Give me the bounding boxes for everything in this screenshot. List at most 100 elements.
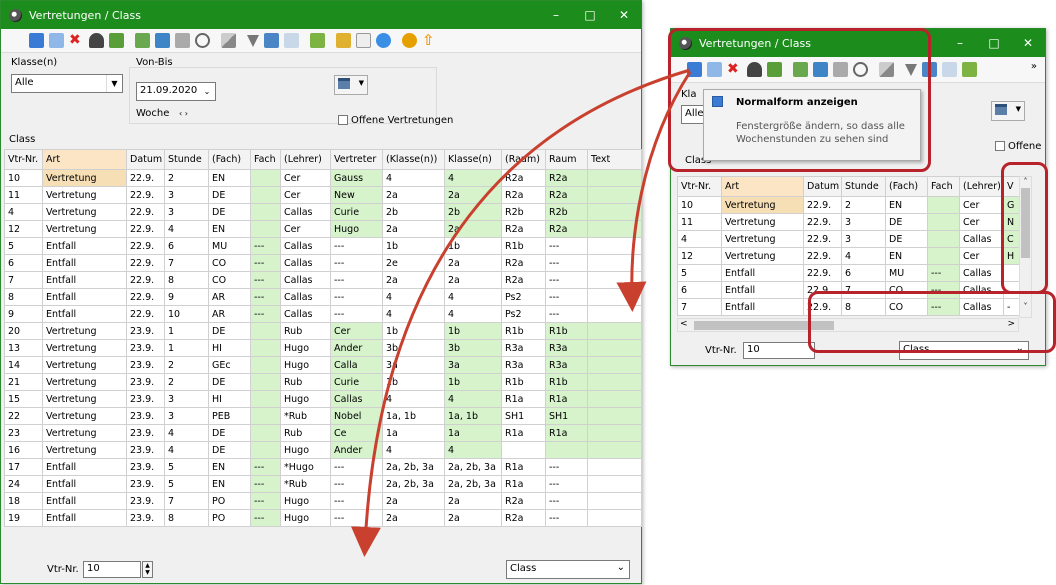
table-cell[interactable]: 2: [841, 196, 886, 214]
table-cell[interactable]: 23.9.: [126, 390, 165, 408]
table-cell[interactable]: Callas: [280, 254, 331, 272]
table-cell[interactable]: [587, 220, 642, 238]
table-cell[interactable]: [501, 441, 546, 459]
table-cell[interactable]: EN: [208, 458, 251, 476]
table-cell[interactable]: 2: [164, 373, 209, 391]
table-cell[interactable]: EN: [208, 475, 251, 493]
table-row[interactable]: 12 Vertretung 22.9. 4 EN Cer H: [677, 247, 1020, 265]
table-cell[interactable]: ---: [250, 288, 281, 306]
table-cell[interactable]: 22.9.: [803, 230, 842, 248]
table-cell[interactable]: 2a: [444, 271, 502, 289]
table-cell[interactable]: 2a: [382, 220, 445, 238]
table-cell[interactable]: 2e: [382, 254, 445, 272]
table-cell[interactable]: 1a: [382, 424, 445, 442]
up-arrow-icon[interactable]: ⇧: [422, 33, 437, 48]
table-cell[interactable]: R1a: [501, 458, 546, 476]
column-header[interactable]: Vertreter: [330, 149, 383, 170]
table-cell[interactable]: PO: [208, 492, 251, 510]
table-cell[interactable]: [927, 247, 960, 265]
table-cell[interactable]: 20: [4, 322, 43, 340]
table-cell[interactable]: 22.9.: [126, 186, 165, 204]
table-cell[interactable]: DE: [885, 230, 928, 248]
table-cell[interactable]: R2a: [545, 186, 588, 204]
table-cell[interactable]: Vertretung: [42, 390, 127, 408]
table-cell[interactable]: R2a: [545, 220, 588, 238]
table-cell[interactable]: [587, 254, 642, 272]
table-cell[interactable]: Vertretung: [42, 356, 127, 374]
table-cell[interactable]: 22.9.: [803, 196, 842, 214]
table-cell[interactable]: [250, 356, 281, 374]
close-icon[interactable]: ✕: [607, 8, 641, 22]
table-cell[interactable]: [587, 237, 642, 255]
table-cell[interactable]: 3: [841, 213, 886, 231]
table-cell[interactable]: 2b: [382, 203, 445, 221]
table-cell[interactable]: Ander: [330, 441, 383, 459]
table-cell[interactable]: [587, 424, 642, 442]
doc-icon[interactable]: [356, 33, 371, 48]
table-cell[interactable]: 6: [841, 264, 886, 282]
table-cell[interactable]: [587, 186, 642, 204]
table-cell[interactable]: 22.9.: [126, 237, 165, 255]
table-cell[interactable]: 2a: [382, 186, 445, 204]
maximize-icon[interactable]: □: [977, 36, 1011, 50]
table-cell[interactable]: Rub: [280, 322, 331, 340]
table-cell[interactable]: R2a: [501, 169, 546, 187]
edit-icon[interactable]: [962, 62, 977, 77]
table-cell[interactable]: 3b: [382, 339, 445, 357]
table-cell[interactable]: 23.9.: [126, 492, 165, 510]
sort-icon[interactable]: [264, 33, 279, 48]
table-cell[interactable]: 22.9.: [126, 288, 165, 306]
table-cell[interactable]: 22.9.: [803, 213, 842, 231]
table-cell[interactable]: 4: [4, 203, 43, 221]
table-cell[interactable]: 4: [444, 390, 502, 408]
table-cell[interactable]: 2b: [444, 203, 502, 221]
table-cell[interactable]: 4: [164, 220, 209, 238]
table-cell[interactable]: R2a: [501, 254, 546, 272]
table-cell[interactable]: 4: [382, 169, 445, 187]
table-cell[interactable]: DE: [208, 186, 251, 204]
table-cell[interactable]: 7: [164, 254, 209, 272]
table-cell[interactable]: Cer: [959, 213, 1004, 231]
table-cell[interactable]: 1b: [382, 373, 445, 391]
offene-checkbox[interactable]: Offene: [995, 141, 1041, 152]
vtr-input[interactable]: 10: [83, 561, 141, 578]
table-cell[interactable]: ---: [250, 458, 281, 476]
table-cell[interactable]: [250, 322, 281, 340]
table-cell[interactable]: 22.9.: [126, 169, 165, 187]
table-cell[interactable]: ---: [250, 271, 281, 289]
table-cell[interactable]: 24: [4, 475, 43, 493]
table-cell[interactable]: 22.9.: [803, 247, 842, 265]
table-cell[interactable]: 7: [164, 492, 209, 510]
table-cell[interactable]: R1a: [501, 424, 546, 442]
table-row[interactable]: 13 Vertretung 23.9. 1 HI Hugo Ander 3b 3b R3a R3a: [4, 339, 642, 357]
table-cell[interactable]: Entfall: [42, 458, 127, 476]
column-header[interactable]: (Fach): [208, 149, 251, 170]
table-row[interactable]: 12 Vertretung 22.9. 4 EN Cer Hugo 2a 2a R2a R2a: [4, 220, 642, 238]
table-cell[interactable]: 8: [4, 288, 43, 306]
table-cell[interactable]: 11: [4, 186, 43, 204]
column-header[interactable]: (Lehrer): [280, 149, 331, 170]
table-cell[interactable]: [587, 475, 642, 493]
table-cell[interactable]: 4: [444, 288, 502, 306]
table-cell[interactable]: Callas: [959, 264, 1004, 282]
column-header[interactable]: Fach: [250, 149, 281, 170]
table-cell[interactable]: [250, 424, 281, 442]
copy-icon[interactable]: [135, 33, 150, 48]
table-cell[interactable]: Hugo: [280, 356, 331, 374]
table-cell[interactable]: Hugo: [280, 492, 331, 510]
table-cell[interactable]: 8: [164, 271, 209, 289]
table-cell[interactable]: R3a: [545, 339, 588, 357]
table-row[interactable]: 17 Entfall 23.9. 5 EN --- *Hugo --- 2a, 2b, 3a 2a…: [4, 458, 642, 476]
table-cell[interactable]: 15: [4, 390, 43, 408]
table-cell[interactable]: ---: [330, 271, 383, 289]
table-icon[interactable]: [284, 33, 299, 48]
table-cell[interactable]: 2a: [382, 271, 445, 289]
table-cell[interactable]: 23.9.: [126, 322, 165, 340]
table-cell[interactable]: Vertretung: [42, 186, 127, 204]
table-cell[interactable]: [587, 492, 642, 510]
column-header[interactable]: Raum: [545, 149, 588, 170]
table-cell[interactable]: 2a: [444, 186, 502, 204]
table-cell[interactable]: Vertretung: [721, 213, 804, 231]
table-cell[interactable]: 5: [164, 475, 209, 493]
delete-icon[interactable]: ✖: [69, 33, 84, 48]
